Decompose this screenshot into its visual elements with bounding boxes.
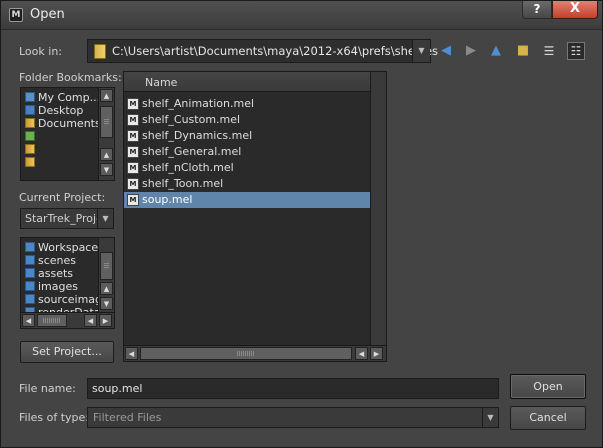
file-name-field[interactable] <box>87 378 499 399</box>
file-row[interactable]: Mshelf_nCloth.mel <box>124 160 385 176</box>
bookmark-item[interactable]: My Comp... <box>25 91 100 104</box>
forward-arrow-icon[interactable]: ▶ <box>462 42 480 60</box>
files-of-type-value: Filtered Files <box>93 411 162 424</box>
workspace-list: Workspace F scenes assets images sourcei… <box>20 237 115 329</box>
back-arrow-icon[interactable]: ◀ <box>437 42 455 60</box>
file-row[interactable]: Mshelf_Custom.mel <box>124 112 385 128</box>
file-row[interactable]: Mshelf_Animation.mel <box>124 96 385 112</box>
folder-icon <box>25 294 35 304</box>
scroll-thumb[interactable] <box>100 252 113 280</box>
scroll-left-icon[interactable]: ◀ <box>84 314 97 327</box>
folder-icon <box>25 242 35 252</box>
workspace-item[interactable]: assets <box>25 267 73 280</box>
title-bar: M Open ? X <box>1 1 602 30</box>
scroll-down-icon[interactable]: ▼ <box>100 163 113 176</box>
mel-file-icon: M <box>127 114 139 126</box>
current-project-label: Current Project: <box>19 191 106 204</box>
grip-icon <box>43 318 61 323</box>
folder-icon <box>25 157 35 167</box>
desktop-icon <box>25 105 35 115</box>
folder-icon <box>25 281 35 291</box>
scroll-thumb[interactable] <box>100 106 113 138</box>
file-list-hscrollbar[interactable]: ◀ ◀ ▶ <box>124 345 386 361</box>
chevron-down-icon[interactable]: ▼ <box>97 209 113 228</box>
mel-file-icon: M <box>127 194 139 206</box>
current-project-value: StarTrek_Proje <box>25 212 97 225</box>
folder-icon <box>25 144 35 154</box>
mel-file-icon: M <box>127 162 139 174</box>
window-title: Open <box>30 7 65 22</box>
bookmark-item[interactable]: Documents <box>25 117 101 130</box>
folder-icon <box>25 131 35 141</box>
file-name-input[interactable] <box>88 379 498 398</box>
file-row[interactable]: Mshelf_General.mel <box>124 144 385 160</box>
look-in-path: C:\Users\artist\Documents\maya\2012-x64\… <box>112 44 439 58</box>
workspace-hscrollbar[interactable]: ◀ ◀ ▶ <box>21 312 114 328</box>
look-in-combo[interactable]: C:\Users\artist\Documents\maya\2012-x64\… <box>87 39 438 63</box>
open-button[interactable]: Open <box>510 374 586 399</box>
current-project-combo[interactable]: StarTrek_Proje ▼ <box>20 208 114 229</box>
computer-icon <box>25 92 35 102</box>
scroll-up-icon[interactable]: ▲ <box>100 148 113 161</box>
list-view-icon[interactable]: ☰ <box>540 42 558 60</box>
folder-icon <box>94 44 106 59</box>
workspace-item[interactable]: Workspace F <box>25 241 108 254</box>
scroll-up-icon[interactable]: ▲ <box>100 89 113 102</box>
folder-icon <box>25 118 35 128</box>
scroll-down-icon[interactable]: ▼ <box>100 297 113 310</box>
new-folder-icon[interactable]: ■ <box>514 42 532 60</box>
file-row[interactable]: Mshelf_Toon.mel <box>124 176 385 192</box>
folder-bookmarks-label: Folder Bookmarks: <box>19 71 122 84</box>
files-of-type-combo[interactable]: Filtered Files ▼ <box>87 407 499 428</box>
maya-app-icon: M <box>9 8 23 22</box>
look-in-label: Look in: <box>19 45 62 58</box>
scroll-left-icon[interactable]: ◀ <box>355 347 368 360</box>
mel-file-icon: M <box>127 178 139 190</box>
files-of-type-label: Files of type: <box>19 411 90 424</box>
name-column-header[interactable]: Name <box>124 72 370 92</box>
workspace-vscrollbar[interactable]: ▲ ▼ <box>98 238 114 312</box>
scroll-right-icon[interactable]: ▶ <box>99 314 112 327</box>
scroll-thumb[interactable] <box>140 347 352 360</box>
chevron-down-icon[interactable]: ▼ <box>482 408 498 427</box>
bookmark-item[interactable] <box>25 143 38 156</box>
mel-file-icon: M <box>127 146 139 158</box>
scroll-left-icon[interactable]: ◀ <box>125 347 138 360</box>
open-dialog: M Open ? X Look in: C:\Users\artist\Docu… <box>0 0 603 448</box>
bookmark-item[interactable] <box>25 130 38 143</box>
grip-icon <box>104 263 109 268</box>
bookmarks-scrollbar[interactable]: ▲ ▲ ▼ <box>98 88 114 180</box>
up-arrow-icon[interactable]: ▲ <box>487 42 505 60</box>
detail-view-icon[interactable]: ☷ <box>567 42 585 60</box>
help-button[interactable]: ? <box>522 1 552 19</box>
file-row-selected[interactable]: Msoup.mel <box>124 192 385 208</box>
file-list: Name Mshelf_Animation.mel Mshelf_Custom.… <box>123 71 387 362</box>
grip-icon <box>237 351 255 356</box>
bookmarks-list: My Comp... Desktop Documents ▲ ▲ ▼ <box>20 87 115 181</box>
mel-file-icon: M <box>127 130 139 142</box>
workspace-item[interactable]: images <box>25 280 78 293</box>
folder-icon <box>25 268 35 278</box>
chevron-down-icon[interactable]: ▼ <box>412 40 430 62</box>
file-list-vscrollbar[interactable] <box>370 72 386 345</box>
close-button[interactable]: X <box>552 1 598 19</box>
bookmark-item[interactable] <box>25 156 38 169</box>
workspace-item[interactable]: sourceimage <box>25 293 109 306</box>
grip-icon <box>104 119 109 124</box>
file-row[interactable]: Mshelf_Dynamics.mel <box>124 128 385 144</box>
scroll-right-icon[interactable]: ▶ <box>370 347 383 360</box>
scroll-left-icon[interactable]: ◀ <box>22 314 35 327</box>
file-name-label: File name: <box>19 382 76 395</box>
set-project-button[interactable]: Set Project... <box>20 341 114 363</box>
bookmark-item[interactable]: Desktop <box>25 104 83 117</box>
scroll-up-icon[interactable]: ▲ <box>100 282 113 295</box>
workspace-item[interactable]: scenes <box>25 254 76 267</box>
cancel-button[interactable]: Cancel <box>510 406 586 430</box>
mel-file-icon: M <box>127 98 139 110</box>
scroll-thumb[interactable] <box>37 314 67 327</box>
folder-icon <box>25 255 35 265</box>
